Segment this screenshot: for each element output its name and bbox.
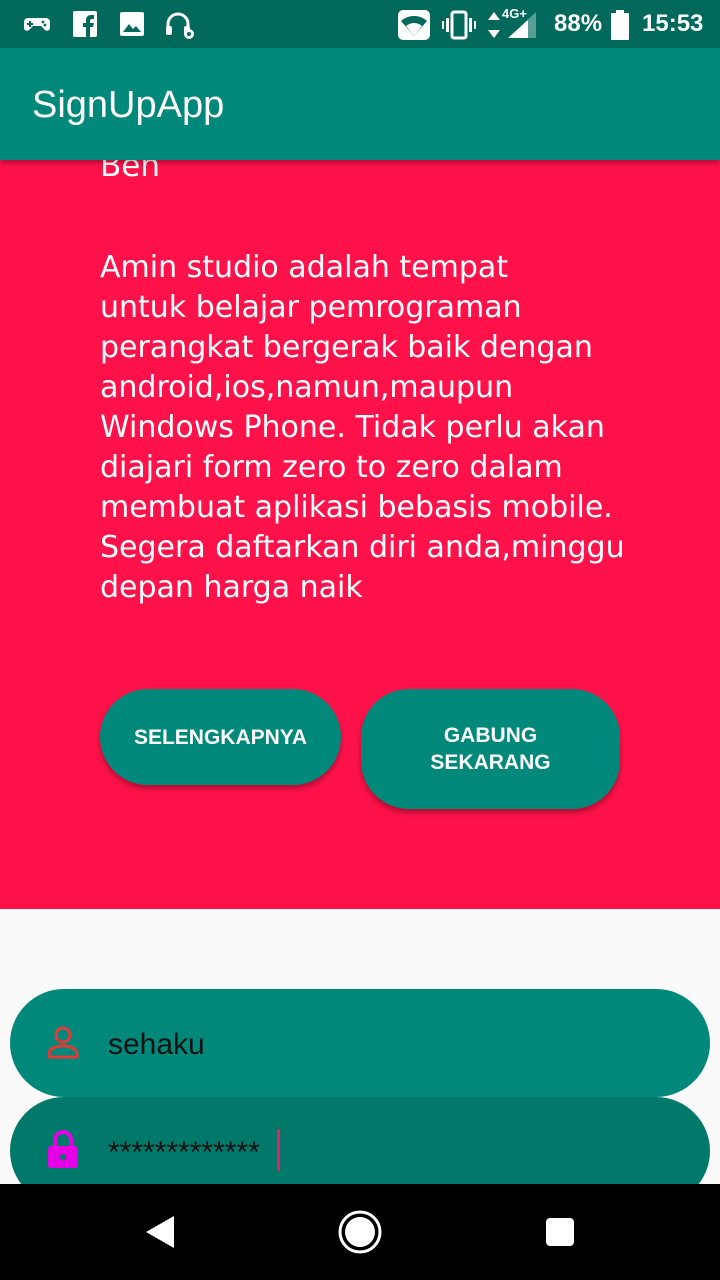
promo-section: Ben Amin studio adalah tempat untuk bela… <box>0 160 720 909</box>
clock: 15:53 <box>642 10 704 37</box>
app-title: SignUpApp <box>32 84 225 126</box>
vibrate-icon <box>442 10 476 40</box>
username-value: sehaku <box>108 1028 205 1061</box>
app-bar: SignUpApp <box>0 48 720 160</box>
signal-icon <box>508 12 536 38</box>
image-icon <box>120 12 144 36</box>
navigation-bar <box>0 1184 720 1280</box>
battery-percent: 88% <box>554 10 603 37</box>
wifi-icon <box>398 10 430 40</box>
more-button[interactable]: SELENGKAPNYA <box>100 689 341 785</box>
person-icon <box>47 1026 79 1059</box>
battery-icon <box>611 10 629 40</box>
lock-icon <box>48 1130 78 1168</box>
text-cursor <box>277 1129 280 1171</box>
recents-icon[interactable] <box>536 1208 584 1256</box>
username-field[interactable]: sehaku <box>10 989 710 1097</box>
join-now-button[interactable]: GABUNG SEKARANG <box>361 689 620 809</box>
facebook-icon <box>73 11 97 37</box>
back-icon[interactable] <box>136 1208 184 1256</box>
headset-settings-icon <box>166 12 194 39</box>
promo-name: Ben <box>100 160 160 184</box>
promo-description: Amin studio adalah tempat untuk belajar … <box>100 250 625 605</box>
game-controller-icon <box>24 18 50 31</box>
more-button-label: SELENGKAPNYA <box>133 725 308 749</box>
home-icon[interactable] <box>336 1208 384 1256</box>
status-bar: 4G+ 88% 15:53 <box>0 0 720 48</box>
join-now-button-label: GABUNG SEKARANG <box>430 724 551 774</box>
data-arrows-icon <box>488 12 500 38</box>
password-value: ************* <box>108 1136 260 1169</box>
